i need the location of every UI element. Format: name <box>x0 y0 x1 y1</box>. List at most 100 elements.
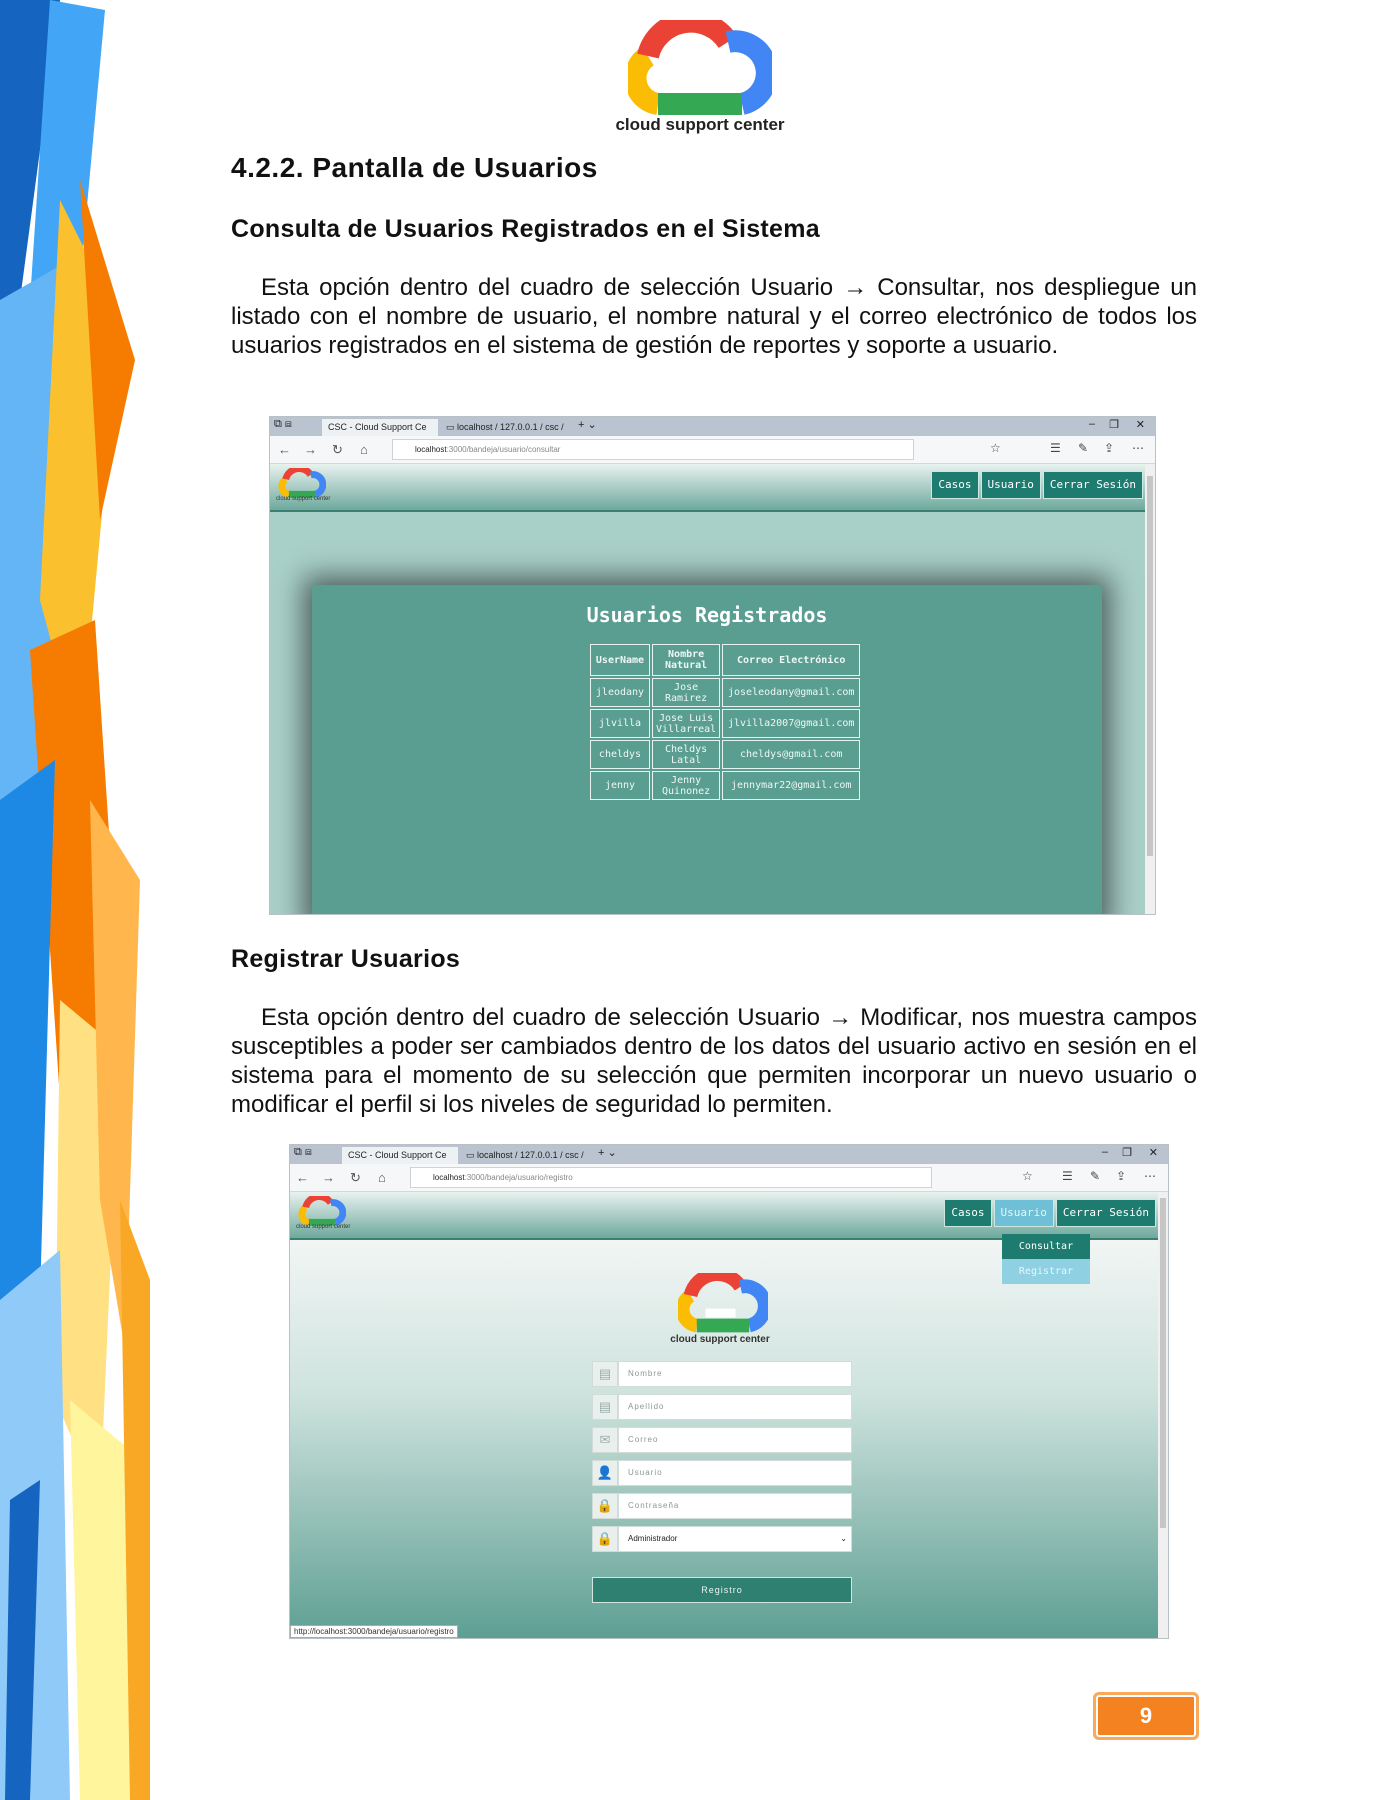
table-row: jleodany Jose Ramirez joseleodany@gmail.… <box>590 678 861 707</box>
lock-icon: 🔒 <box>592 1526 618 1552</box>
scrollbar-thumb[interactable] <box>1160 1198 1166 1528</box>
refresh-icon[interactable]: ↻ <box>332 442 343 458</box>
star-icon[interactable]: ☆ <box>1022 1169 1033 1183</box>
minimize-icon[interactable]: – <box>1102 1146 1108 1158</box>
form-logo-icon <box>678 1273 768 1333</box>
apellido-input[interactable]: Apellido <box>618 1394 852 1420</box>
menu-casos[interactable]: Casos <box>944 1199 992 1227</box>
table-row: cheldys Cheldys Latal cheldys@gmail.com <box>590 740 861 769</box>
favorites-icon[interactable]: ☰ <box>1050 441 1061 455</box>
browser-tab-2[interactable]: ▭ localhost / 127.0.0.1 / csc / <box>440 419 570 436</box>
minimize-icon[interactable]: – <box>1089 418 1095 430</box>
cell-username: jleodany <box>590 678 650 707</box>
consulta-paragraph: Esta opción dentro del cuadro de selecci… <box>231 274 1197 359</box>
home-icon[interactable]: ⌂ <box>378 1170 386 1185</box>
correo-input[interactable]: Correo <box>618 1427 852 1453</box>
rol-select[interactable]: Administrador ⌄ <box>618 1526 852 1552</box>
contrasena-field: 🔒 Contraseña <box>592 1493 852 1519</box>
header-logo-text: cloud support center <box>615 115 785 134</box>
star-icon[interactable]: ☆ <box>990 441 1001 455</box>
restore-icon[interactable]: ❐ <box>1109 418 1119 431</box>
nombre-input[interactable]: Nombre <box>618 1361 852 1387</box>
page-scrollbar[interactable] <box>1145 464 1155 914</box>
registrar-paragraph: Esta opción dentro del cuadro de selecci… <box>231 1004 1197 1118</box>
page-scrollbar[interactable] <box>1158 1192 1168 1638</box>
close-icon[interactable]: ✕ <box>1136 418 1145 431</box>
browser-tabbar: ⧉ ⧈ CSC - Cloud Support Ce ✕ ▭ localhost… <box>290 1145 1168 1177</box>
new-tab-icon[interactable]: + ⌄ <box>578 418 597 431</box>
chevron-down-icon: ⌄ <box>840 1534 847 1543</box>
users-card: Usuarios Registrados UserName Nombre Nat… <box>312 585 1102 914</box>
browser-tab-1[interactable]: CSC - Cloud Support Ce ✕ <box>322 419 438 449</box>
forward-icon[interactable]: → <box>304 442 317 457</box>
col-nombre-natural: Nombre Natural <box>652 644 721 676</box>
url-field[interactable]: localhost:3000/bandeja/usuario/consultar <box>392 439 914 460</box>
dropdown-consultar[interactable]: Consultar <box>1002 1234 1090 1259</box>
cell-nombre: Jenny Quinonez <box>652 771 721 800</box>
app-logo-text: cloud support center <box>276 496 331 502</box>
usuario-input[interactable]: Usuario <box>618 1460 852 1486</box>
share-icon[interactable]: ⇪ <box>1104 441 1114 455</box>
app-header: cloud support center Casos Usuario Cerra… <box>290 1192 1158 1240</box>
restore-icon[interactable]: ❐ <box>1122 1146 1132 1159</box>
nombre-field: ▤ Nombre <box>592 1361 852 1387</box>
address-bar: ← → ↻ ⌂ localhost:3000/bandeja/usuario/c… <box>270 436 1155 464</box>
contrasena-input[interactable]: Contraseña <box>618 1493 852 1519</box>
more-icon[interactable]: ⋯ <box>1144 1169 1156 1183</box>
browser-tab-2[interactable]: ▭ localhost / 127.0.0.1 / csc / <box>460 1147 590 1164</box>
lock-icon: 🔒 <box>592 1493 618 1519</box>
back-icon[interactable]: ← <box>296 1170 309 1185</box>
cell-nombre: Jose Ramirez <box>652 678 721 707</box>
screenshot-registrar: ⧉ ⧈ CSC - Cloud Support Ce ✕ ▭ localhost… <box>289 1144 1169 1639</box>
address-bar: ← → ↻ ⌂ localhost:3000/bandeja/usuario/r… <box>290 1164 1168 1192</box>
home-icon[interactable]: ⌂ <box>360 442 368 457</box>
main-menu: Casos Usuario Cerrar Sesión <box>944 1199 1156 1227</box>
menu-cerrar-sesion[interactable]: Cerrar Sesión <box>1055 1199 1156 1227</box>
id-card-icon: ▤ <box>592 1361 618 1387</box>
tabs-icon[interactable]: ⧉ ⧈ <box>294 1146 312 1159</box>
section-title: 4.2.2. Pantalla de Usuarios <box>231 152 598 183</box>
users-table: UserName Nombre Natural Correo Electróni… <box>588 642 862 802</box>
cell-nombre: Cheldys Latal <box>652 740 721 769</box>
pen-icon[interactable]: ✎ <box>1078 441 1088 455</box>
apellido-field: ▤ Apellido <box>592 1394 852 1420</box>
new-tab-icon[interactable]: + ⌄ <box>598 1146 617 1159</box>
cell-correo: jlvilla2007@gmail.com <box>722 709 861 738</box>
more-icon[interactable]: ⋯ <box>1132 441 1144 455</box>
menu-cerrar-sesion[interactable]: Cerrar Sesión <box>1042 471 1143 499</box>
share-icon[interactable]: ⇪ <box>1116 1169 1126 1183</box>
header-logo: cloud support center <box>600 20 800 140</box>
main-menu: Casos Usuario Cerrar Sesión <box>931 471 1143 499</box>
cell-correo: jennymar22@gmail.com <box>722 771 861 800</box>
menu-usuario[interactable]: Usuario <box>980 471 1041 499</box>
dropdown-registrar[interactable]: Registrar <box>1002 1259 1090 1284</box>
tabs-icon[interactable]: ⧉ ⧈ <box>274 418 292 431</box>
pen-icon[interactable]: ✎ <box>1090 1169 1100 1183</box>
usuario-field: 👤 Usuario <box>592 1460 852 1486</box>
scrollbar-thumb[interactable] <box>1147 476 1153 856</box>
app-logo-text: cloud support center <box>296 1224 351 1230</box>
table-row: jenny Jenny Quinonez jennymar22@gmail.co… <box>590 771 861 800</box>
browser-tab-1[interactable]: CSC - Cloud Support Ce ✕ <box>342 1147 458 1177</box>
consulta-heading: Consulta de Usuarios Registrados en el S… <box>231 215 820 243</box>
back-icon[interactable]: ← <box>278 442 291 457</box>
browser-tabbar: ⧉ ⧈ CSC - Cloud Support Ce ✕ ▭ localhost… <box>270 417 1155 449</box>
close-icon[interactable]: ✕ <box>1149 1146 1158 1159</box>
registro-button[interactable]: Registro <box>592 1577 852 1603</box>
refresh-icon[interactable]: ↻ <box>350 1170 361 1186</box>
screenshot-consultar: ⧉ ⧈ CSC - Cloud Support Ce ✕ ▭ localhost… <box>269 416 1156 915</box>
col-correo: Correo Electrónico <box>722 644 861 676</box>
menu-casos[interactable]: Casos <box>931 471 979 499</box>
menu-usuario[interactable]: Usuario <box>993 1199 1054 1227</box>
user-icon: 👤 <box>592 1460 618 1486</box>
app-logo-icon <box>298 1196 346 1226</box>
decorative-side-border <box>0 0 160 1800</box>
cell-correo: cheldys@gmail.com <box>722 740 861 769</box>
users-card-title: Usuarios Registrados <box>586 603 828 627</box>
favorites-icon[interactable]: ☰ <box>1062 1169 1073 1183</box>
form-logo-text: cloud support center <box>670 1334 770 1345</box>
id-card-icon: ▤ <box>592 1394 618 1420</box>
forward-icon[interactable]: → <box>322 1170 335 1185</box>
url-field[interactable]: localhost:3000/bandeja/usuario/registro <box>410 1167 932 1188</box>
envelope-icon: ✉ <box>592 1427 618 1453</box>
